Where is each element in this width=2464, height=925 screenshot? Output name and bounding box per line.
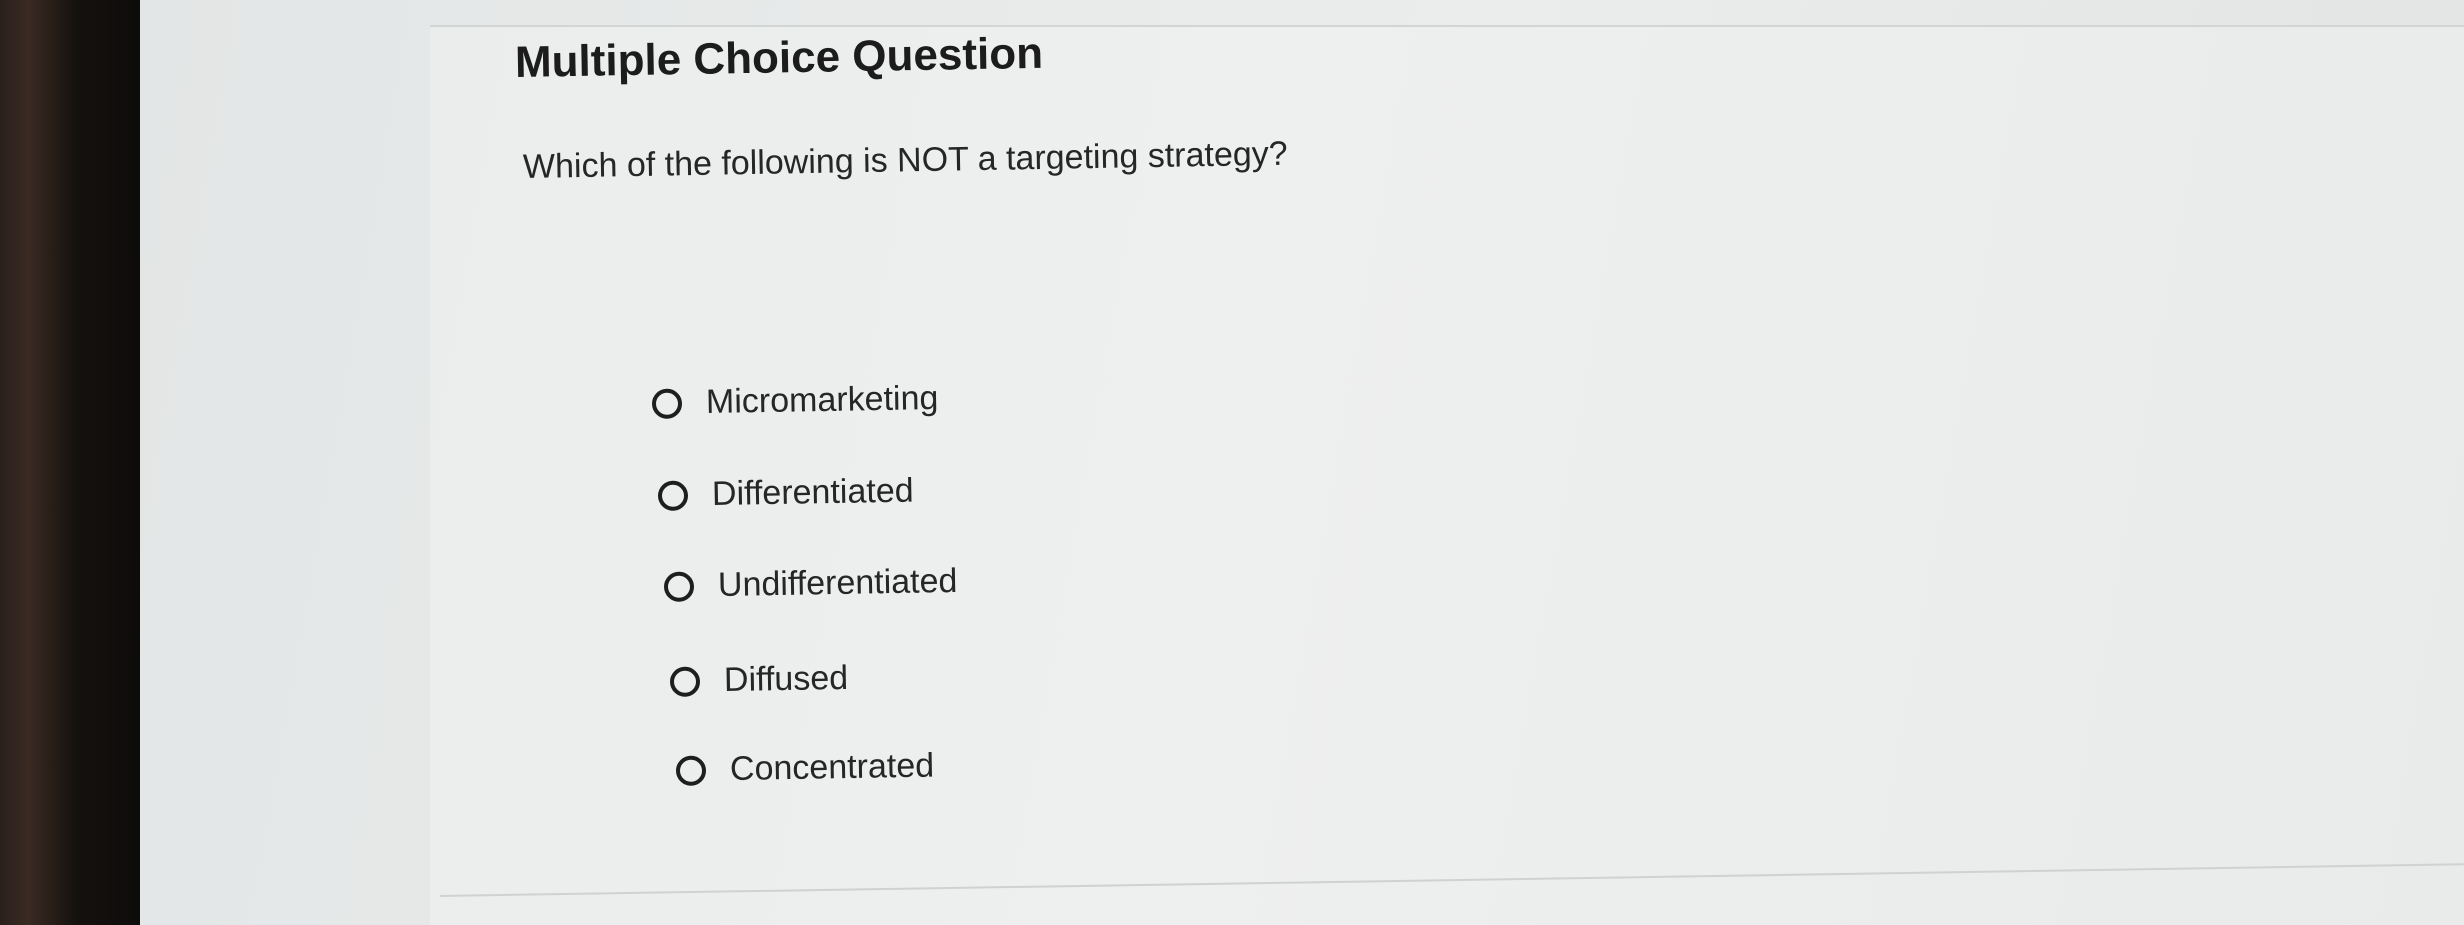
answer-option[interactable]: Diffused — [669, 658, 849, 701]
answer-option-label: Concentrated — [729, 746, 935, 789]
answer-option[interactable]: Micromarketing — [651, 379, 939, 423]
radio-button[interactable] — [651, 387, 683, 419]
radio-button[interactable] — [669, 665, 701, 697]
answer-option[interactable]: Undifferentiated — [663, 561, 958, 606]
answer-option-label: Undifferentiated — [717, 561, 958, 605]
radio-button[interactable] — [657, 479, 689, 511]
answer-option-label: Micromarketing — [705, 379, 939, 422]
radio-button[interactable] — [663, 570, 695, 602]
answer-options: Micromarketing Differentiated Undifferen… — [0, 0, 2464, 925]
answer-option[interactable]: Concentrated — [675, 746, 935, 789]
radio-button[interactable] — [675, 754, 707, 786]
answer-option[interactable]: Differentiated — [657, 471, 914, 515]
answer-option-label: Diffused — [723, 658, 849, 700]
photo-scene: Multiple Choice Question Which of the fo… — [0, 0, 2464, 925]
answer-option-label: Differentiated — [711, 471, 914, 514]
